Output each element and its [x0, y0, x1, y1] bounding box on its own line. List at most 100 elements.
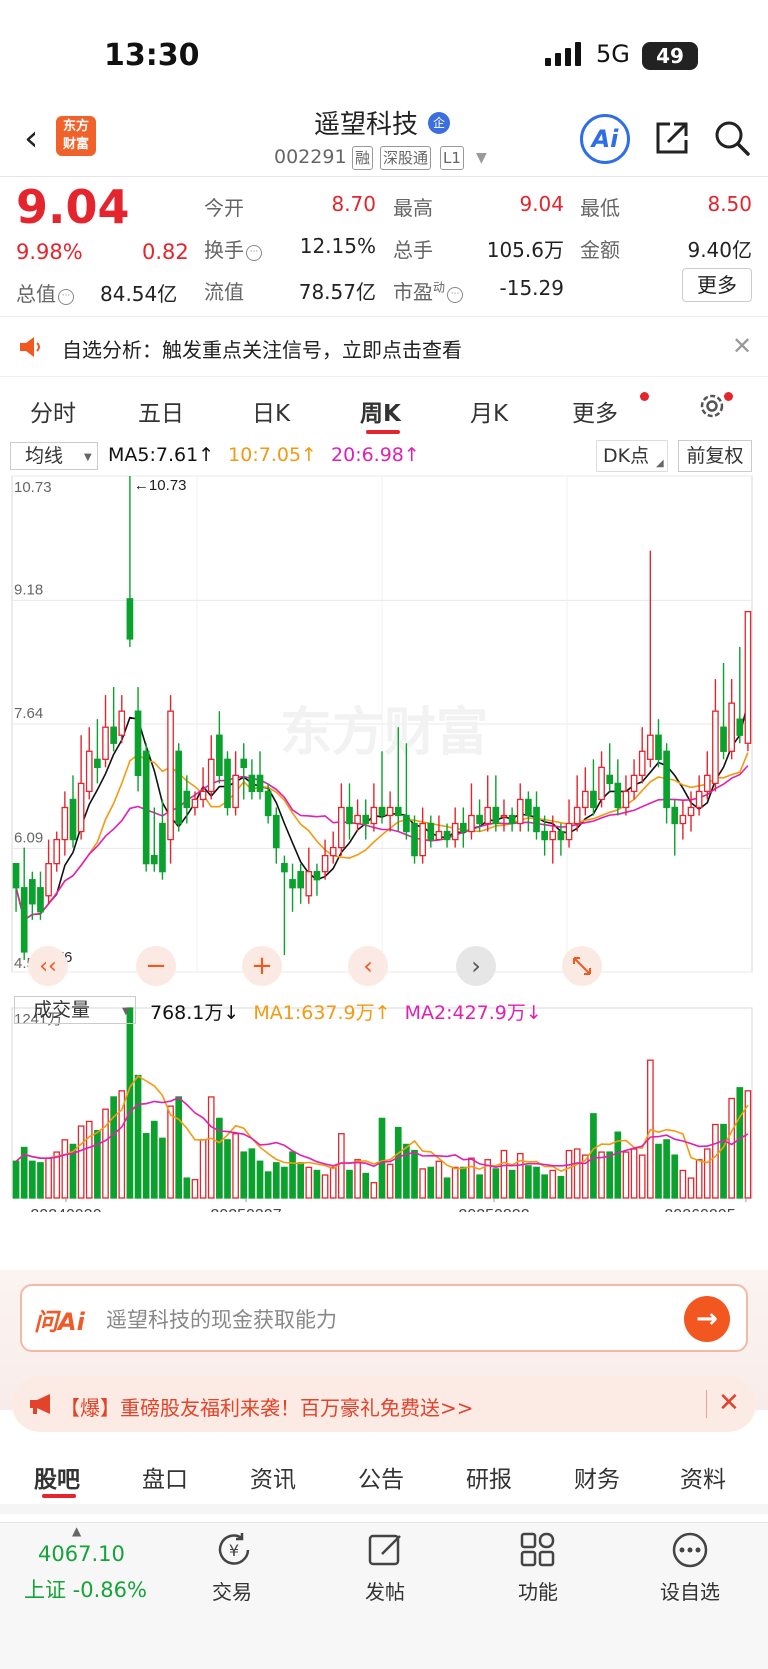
chevron-down-icon: ▼: [84, 452, 92, 463]
volume-bar: [655, 1143, 662, 1199]
volume-bar: [354, 1159, 361, 1199]
candle-body: [329, 846, 337, 857]
alert-text[interactable]: 自选分析：触发重点关注信号，立即点击查看: [62, 334, 462, 363]
volume-bar: [37, 1162, 44, 1199]
volume-bar: [394, 1126, 402, 1199]
tab-profile[interactable]: 资料: [680, 1460, 726, 1494]
candle-body: [744, 610, 752, 744]
candle-body: [728, 702, 736, 752]
chevron-down-icon[interactable]: ▼: [476, 150, 487, 166]
tab-news[interactable]: 资讯: [250, 1460, 296, 1494]
candle-body: [541, 830, 548, 841]
volume-bar: [606, 1151, 614, 1199]
back-button[interactable]: ‹: [24, 118, 38, 159]
volume-bar: [736, 1087, 744, 1199]
megaphone-icon: [30, 1394, 50, 1414]
connect-tag: 深股通: [380, 146, 432, 170]
nav-functions[interactable]: 功能: [518, 1576, 558, 1605]
info-icon[interactable]: ···: [246, 245, 262, 261]
nav-post[interactable]: 发帖: [365, 1576, 405, 1605]
step-right-button[interactable]: ›: [456, 946, 496, 986]
volume-bar: [346, 1169, 353, 1199]
tab-five-day[interactable]: 五日: [138, 394, 184, 428]
volume-bar: [476, 1174, 483, 1199]
stock-code[interactable]: 002291: [274, 146, 347, 168]
app-logo: 东方 财富: [56, 116, 96, 156]
volume-bar: [94, 1129, 101, 1199]
volume-bar: [427, 1166, 435, 1199]
promo-text[interactable]: 【爆】重磅股友福利来袭！百万豪礼免费送>>: [60, 1392, 474, 1421]
price-adjust-button[interactable]: 前复权: [678, 440, 752, 472]
tab-order-book[interactable]: 盘口: [142, 1460, 188, 1494]
tab-announcements[interactable]: 公告: [358, 1460, 404, 1494]
low-label: 最低: [580, 196, 620, 220]
volume-bar: [305, 1166, 313, 1199]
kline-chart[interactable]: 东方财富 10.739.187.646.094.551241万 ←10.73←4…: [0, 472, 768, 1212]
zoom-out-button[interactable]: −: [136, 946, 176, 986]
fullscreen-button[interactable]: [562, 946, 602, 986]
watermark-text: 东方财富: [280, 704, 488, 762]
search-icon[interactable]: [712, 118, 752, 158]
nav-trade[interactable]: 交易: [212, 1576, 252, 1605]
tab-more[interactable]: 更多: [572, 394, 618, 428]
tab-weekly-k[interactable]: 周K: [360, 394, 401, 428]
more-quote-button[interactable]: 更多: [682, 268, 752, 302]
index-name[interactable]: 上证 -0.86%: [24, 1574, 147, 1604]
arrow-right-icon[interactable]: →: [684, 1296, 730, 1342]
ma20-value: 20:6.98: [331, 444, 404, 466]
tab-research[interactable]: 研报: [466, 1460, 512, 1494]
candle-body: [248, 774, 256, 793]
ma5-value: MA5:7.61: [108, 444, 199, 466]
post-icon[interactable]: [366, 1530, 406, 1570]
trade-icon[interactable]: ¥: [214, 1530, 254, 1570]
tab-daily-k[interactable]: 日K: [252, 394, 290, 428]
tab-intraday[interactable]: 分时: [30, 394, 76, 428]
share-icon[interactable]: [652, 118, 692, 158]
candle-body: [427, 822, 435, 841]
volume-bar: [671, 1154, 679, 1199]
close-icon[interactable]: ✕: [732, 332, 752, 360]
turnover-label: 换手 ···: [204, 234, 262, 263]
max-price-label: ←10.73: [134, 477, 187, 494]
volume-bar: [240, 1151, 248, 1199]
more-icon[interactable]: [670, 1530, 710, 1570]
candle-body: [110, 726, 117, 744]
volume-bar: [150, 1120, 158, 1199]
zoom-in-button[interactable]: +: [242, 946, 282, 986]
ask-ai-logo: 问Ai: [34, 1308, 85, 1336]
scroll-left-button[interactable]: ‹‹: [28, 946, 68, 986]
apps-icon[interactable]: [518, 1530, 558, 1570]
candle-body: [12, 863, 20, 889]
ask-ai-placeholder[interactable]: 遥望科技的现金获取能力: [106, 1304, 337, 1334]
info-icon[interactable]: ···: [447, 287, 464, 303]
close-icon[interactable]: ✕: [718, 1388, 740, 1418]
volume-bar: [102, 1108, 109, 1199]
open-value: 8.70: [331, 192, 376, 216]
ai-button[interactable]: Ai: [580, 114, 630, 164]
volume-legend: 768.1万↓ MA1:637.9万↑ MA2:427.9万↓: [150, 1002, 542, 1024]
candle-body: [338, 806, 345, 849]
candle-body: [663, 750, 670, 809]
candle-body: [598, 766, 605, 801]
index-value[interactable]: 4067.10: [38, 1542, 125, 1566]
volume-bar: [468, 1157, 475, 1199]
tab-monthly-k[interactable]: 月K: [470, 394, 508, 428]
volume-bar: [289, 1151, 296, 1199]
volume-indicator-select[interactable]: 成交量: [14, 996, 136, 1024]
candle-body: [77, 782, 85, 833]
candle-body: [346, 806, 353, 825]
candle-body: [224, 758, 231, 809]
current-price: 9.04: [16, 180, 130, 234]
turnover-value: 12.15%: [299, 234, 376, 258]
candle-body: [419, 822, 426, 857]
candle-body: [53, 838, 61, 865]
nav-add-watchlist[interactable]: 设自选: [660, 1576, 720, 1605]
tab-forum[interactable]: 股吧: [34, 1460, 80, 1494]
candle-body: [712, 710, 719, 785]
step-left-button[interactable]: ‹: [348, 946, 388, 986]
info-icon[interactable]: ···: [58, 289, 74, 305]
pe-value: -15.29: [499, 276, 564, 300]
tab-finance[interactable]: 财务: [574, 1460, 620, 1494]
candle-body: [20, 887, 28, 953]
divider: [0, 376, 768, 377]
